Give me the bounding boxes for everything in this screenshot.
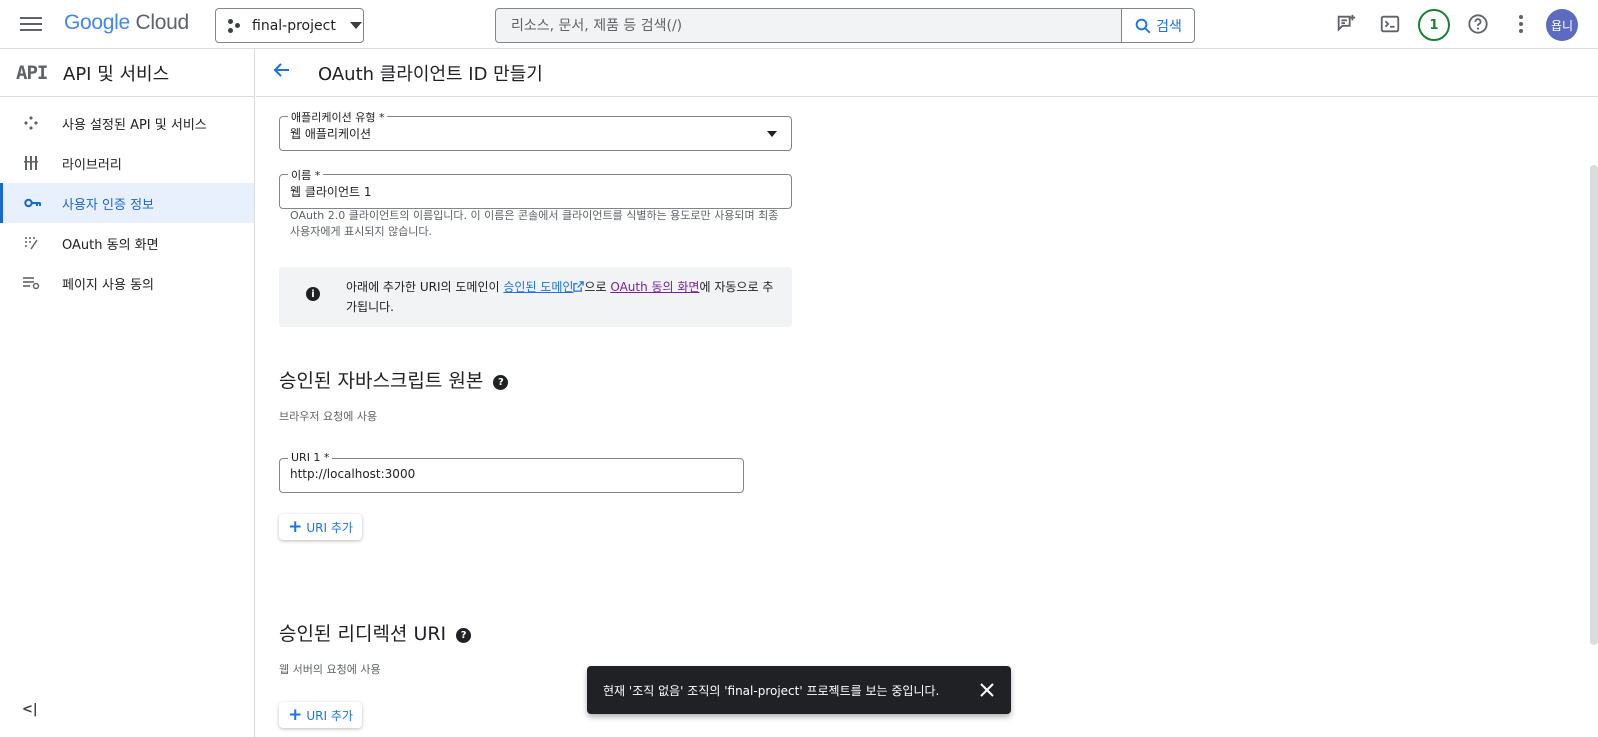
consent-dots-icon xyxy=(0,235,62,251)
sidebar-nav: 사용 설정된 API 및 서비스 라이브러리 사용자 인증 정보 OAuth 동… xyxy=(0,97,254,303)
sidebar-item-label: 사용자 인증 정보 xyxy=(62,197,154,213)
add-uri-label: URI 추가 xyxy=(306,520,353,535)
snackbar-message: 현재 '조직 없음' 조직의 'final-project' 프로젝트를 보는 … xyxy=(603,683,940,698)
client-name-field[interactable]: 이름 * 웹 클라이언트 1 xyxy=(279,167,792,209)
sidebar-item-label: OAuth 동의 화면 xyxy=(62,237,159,253)
dropdown-arrow-icon xyxy=(767,131,777,137)
uri1-label: URI 1 * xyxy=(288,451,333,464)
search-button-label: 검색 xyxy=(1156,18,1182,35)
search-input[interactable] xyxy=(496,9,1121,42)
authorized-domains-link[interactable]: 승인된 도메인 xyxy=(503,280,573,294)
chevron-down-icon xyxy=(349,22,362,29)
feedback-icon[interactable] xyxy=(1333,11,1359,37)
uri1-field[interactable]: URI 1 * http://localhost:3000 xyxy=(279,451,744,493)
more-vert-icon[interactable] xyxy=(1508,11,1534,37)
js-origins-title: 승인된 자바스크립트 원본 xyxy=(279,370,484,392)
add-redirect-uri-button[interactable]: + URI 추가 xyxy=(279,702,362,728)
sidebar-item-library[interactable]: 라이브러리 xyxy=(0,143,254,183)
collapse-sidebar-icon[interactable]: <| xyxy=(22,702,38,717)
js-origins-subtitle: 브라우저 요청에 사용 xyxy=(279,410,378,423)
add-js-origin-uri-button[interactable]: + URI 추가 xyxy=(279,514,362,540)
search-icon xyxy=(1135,18,1151,33)
cloud-shell-icon[interactable] xyxy=(1377,11,1403,37)
project-name: final-project xyxy=(252,17,336,34)
page-header: OAuth 클라이언트 ID 만들기 xyxy=(256,49,1598,97)
project-icon xyxy=(228,18,242,33)
search-button[interactable]: 검색 xyxy=(1121,9,1194,42)
help-circle-icon[interactable]: ? xyxy=(456,628,472,643)
uri1-value: http://localhost:3000 xyxy=(290,467,416,481)
redirect-uri-title: 승인된 리디렉션 URI xyxy=(279,623,447,645)
plus-icon: + xyxy=(288,517,303,537)
main-menu-icon[interactable] xyxy=(20,14,42,34)
sidebar-item-oauth-consent[interactable]: OAuth 동의 화면 xyxy=(0,223,254,263)
snackbar: 현재 '조직 없음' 조직의 'final-project' 프로젝트를 보는 … xyxy=(587,666,1011,714)
library-icon xyxy=(0,155,62,171)
info-text-pre: 아래에 추가한 URI의 도메인이 xyxy=(346,280,504,294)
logo-cloud-text: Cloud xyxy=(135,11,189,34)
avatar[interactable]: 욥니 xyxy=(1546,9,1578,41)
scrollbar[interactable] xyxy=(1590,165,1598,645)
api-logo-icon: API xyxy=(16,61,48,84)
google-cloud-logo[interactable]: Google Cloud xyxy=(64,11,189,35)
help-icon[interactable] xyxy=(1465,11,1491,37)
notification-badge[interactable]: 1 xyxy=(1418,9,1450,41)
client-name-hint: OAuth 2.0 클라이언트의 이름입니다. 이 이름은 콘솔에서 클라이언트… xyxy=(290,209,779,238)
sidebar: API API 및 서비스 사용 설정된 API 및 서비스 라이브러리 사용자… xyxy=(0,49,255,737)
plus-icon: + xyxy=(288,705,303,725)
application-type-label: 애플리케이션 유형 * xyxy=(288,109,388,125)
search-bar: 검색 xyxy=(495,8,1195,43)
sidebar-item-label: 사용 설정된 API 및 서비스 xyxy=(62,117,207,133)
sidebar-header: API API 및 서비스 xyxy=(0,49,254,97)
sidebar-item-enabled-apis[interactable]: 사용 설정된 API 및 서비스 xyxy=(0,103,254,143)
page-settings-icon xyxy=(0,276,62,290)
js-origins-heading: 승인된 자바스크립트 원본? xyxy=(279,366,509,393)
application-type-select[interactable]: 애플리케이션 유형 * 웹 애플리케이션 xyxy=(279,109,792,151)
client-name-value: 웹 클라이언트 1 xyxy=(290,185,372,199)
key-icon xyxy=(3,197,62,209)
project-selector[interactable]: final-project xyxy=(215,8,364,43)
domain-info-text: 아래에 추가한 URI의 도메인이 승인된 도메인 으로 OAuth 동의 화면에… xyxy=(346,277,776,317)
back-arrow-icon[interactable] xyxy=(272,60,296,86)
application-type-value: 웹 애플리케이션 xyxy=(290,127,372,141)
top-bar: Google Cloud final-project 검색 1 욥니 xyxy=(0,0,1598,49)
redirect-uri-heading: 승인된 리디렉션 URI? xyxy=(279,619,472,646)
client-name-label: 이름 * xyxy=(288,167,324,183)
external-link-icon xyxy=(573,281,585,292)
help-circle-icon[interactable]: ? xyxy=(493,375,509,390)
sidebar-item-label: 페이지 사용 동의 xyxy=(62,277,154,293)
close-icon[interactable] xyxy=(963,678,1011,702)
info-icon: i xyxy=(306,287,320,301)
info-text-mid: 으로 xyxy=(584,280,611,294)
add-uri-label: URI 추가 xyxy=(306,708,353,723)
oauth-consent-link[interactable]: OAuth 동의 화면 xyxy=(610,280,699,294)
sidebar-item-credentials[interactable]: 사용자 인증 정보 xyxy=(0,183,254,223)
logo-google-text: Google xyxy=(64,11,130,34)
page-title: OAuth 클라이언트 ID 만들기 xyxy=(318,63,543,85)
redirect-uri-subtitle: 웹 서버의 요청에 사용 xyxy=(279,663,381,676)
sidebar-item-page-usage[interactable]: 페이지 사용 동의 xyxy=(0,263,254,303)
api-diamond-icon xyxy=(0,115,62,131)
domain-info-box: i 아래에 추가한 URI의 도메인이 승인된 도메인 으로 OAuth 동의 화… xyxy=(279,267,792,327)
sidebar-item-label: 라이브러리 xyxy=(62,157,122,173)
sidebar-title: API 및 서비스 xyxy=(63,63,170,85)
